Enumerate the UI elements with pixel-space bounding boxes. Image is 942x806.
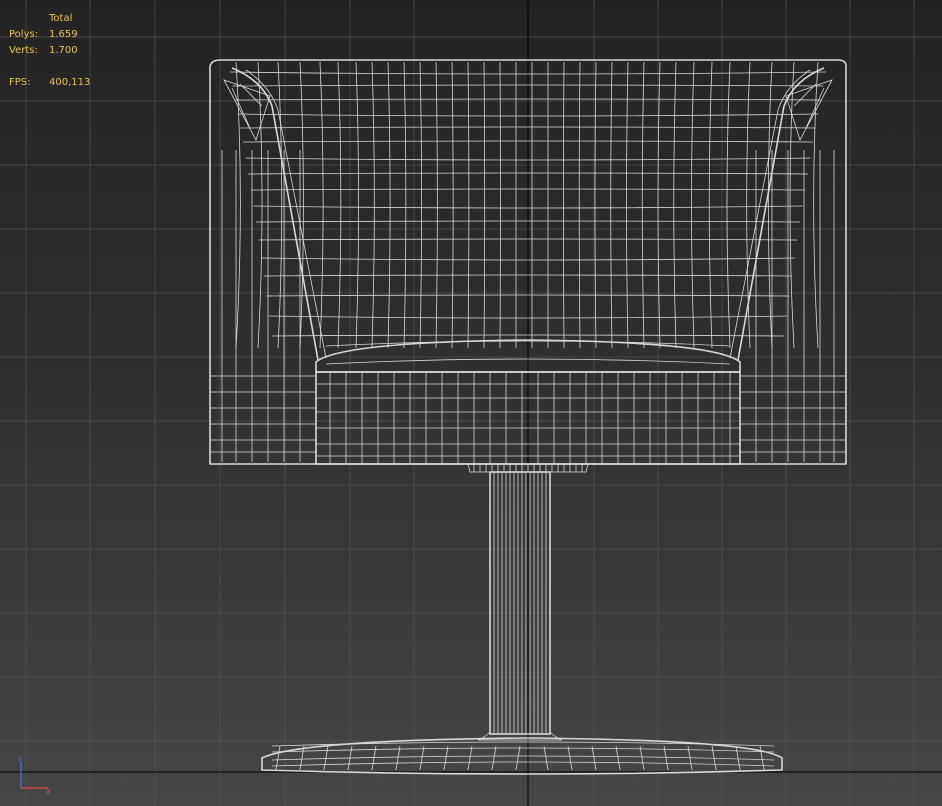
stats-verts-row: Verts: 1.700 [9, 43, 90, 59]
backrest-mesh-line [813, 61, 819, 349]
base-plate-mesh [275, 745, 281, 771]
base-plate-mesh [395, 745, 401, 771]
backrest-mesh-line [610, 61, 613, 349]
stats-polys-row: Polys: 1.659 [9, 27, 90, 43]
backrest-mesh-line [258, 238, 798, 241]
backrest-mesh-line [263, 274, 793, 277]
backrest-mesh-line [435, 61, 438, 349]
backrest-mesh-line [232, 84, 824, 87]
seat-cushion-front [315, 371, 741, 465]
backrest-mesh-line [578, 61, 581, 349]
backrest-mesh-line [355, 61, 359, 349]
backrest-mesh-line [253, 205, 803, 209]
backrest-mesh-line [237, 113, 819, 117]
column-stem [489, 471, 551, 735]
backrest-mesh-line [691, 61, 695, 349]
backrest-mesh-line [245, 157, 811, 161]
backrest-mesh-line [250, 188, 806, 191]
front-viewport[interactable]: Total Polys: 1.659 Verts: 1.700 FPS: 400… [0, 0, 942, 806]
base-plate-mesh [591, 745, 597, 771]
base-plate-mesh [567, 745, 573, 771]
backrest-mesh-line [451, 61, 454, 349]
base-plate-mesh [271, 747, 775, 753]
base-plate-mesh [515, 745, 521, 771]
backrest-mesh-line [261, 257, 795, 261]
backrest-mesh-line [467, 61, 470, 349]
seat-cushion-mesh [325, 358, 731, 365]
backrest-mesh-line [789, 61, 795, 349]
base-plate-mesh [491, 745, 497, 771]
base-plate-mesh [639, 745, 645, 771]
base-plate-mesh [759, 745, 765, 771]
left-arm-edge [245, 69, 327, 359]
x-axis-label: x [46, 787, 51, 796]
base-plate-mesh [271, 755, 775, 761]
base-plate-mesh [467, 745, 473, 771]
base-plate-mesh [323, 745, 329, 771]
base-plate-mesh [443, 745, 449, 771]
backrest-mesh-line [387, 61, 391, 349]
base-plate-mesh [615, 745, 621, 771]
backrest-mesh-line [299, 61, 304, 349]
backrest-mesh-line [673, 61, 677, 349]
backrest-mesh-line [242, 140, 814, 143]
backrest-mesh-line [419, 61, 423, 349]
polys-label: Polys: [9, 29, 39, 40]
base-plate-mesh [419, 745, 425, 771]
backrest-mesh-line [235, 98, 821, 101]
backrest-mesh-line [403, 61, 407, 349]
statistics-overlay: Total Polys: 1.659 Verts: 1.700 FPS: 400… [9, 11, 90, 91]
backrest-mesh-line [483, 61, 486, 349]
axis-gizmo-icon: z x [18, 755, 51, 796]
chair-wireframe-model[interactable] [0, 0, 942, 806]
backrest-mesh-line [626, 61, 629, 349]
backrest-outline [209, 59, 847, 465]
fps-value: 400,113 [49, 77, 91, 88]
polys-value: 1.659 [49, 29, 78, 40]
stats-header: Total [49, 13, 73, 24]
base-plate-mesh [271, 761, 775, 767]
fps-label: FPS: [9, 77, 31, 88]
backrest-mesh-line [337, 61, 342, 349]
verts-label: Verts: [9, 45, 38, 56]
base-plate-mesh [735, 745, 741, 771]
backrest-mesh-line [319, 61, 324, 349]
z-axis-label: z [18, 755, 22, 764]
backrest-mesh-line [229, 71, 827, 75]
backrest-mesh-line [371, 61, 375, 349]
backrest-mesh-line [248, 172, 808, 175]
backrest-mesh-line [641, 61, 645, 349]
base-plate-mesh [543, 745, 549, 771]
chair-mesh [209, 59, 847, 775]
backrest-mesh-line [240, 126, 816, 129]
backrest-mesh-line [266, 294, 790, 297]
backrest-mesh-line [657, 61, 661, 349]
backrest-mesh-line [255, 220, 801, 223]
backrest-mesh-line [271, 334, 785, 337]
backrest-mesh-line [277, 61, 283, 349]
backrest-mesh-line [594, 61, 597, 349]
backrest-mesh-line [726, 61, 731, 349]
backrest-mesh-line [708, 61, 713, 349]
backrest-mesh-line [563, 61, 565, 349]
backrest-mesh-line [268, 315, 788, 319]
base-plate-mesh [271, 741, 775, 747]
backrest-mesh-line [767, 61, 773, 349]
stats-fps-row: FPS: 400,113 [9, 75, 90, 91]
seat-cushion-top [315, 339, 741, 373]
verts-value: 1.700 [49, 45, 78, 56]
